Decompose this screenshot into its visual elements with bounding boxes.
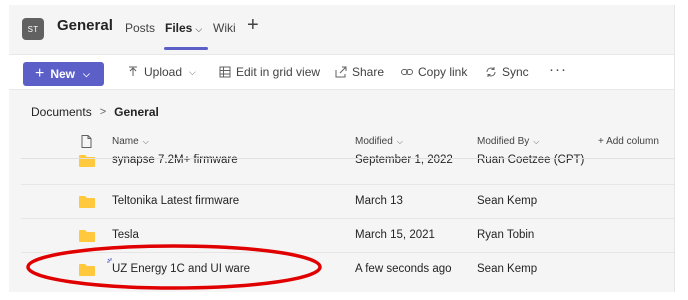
chevron-down-icon: ⌵ [195,24,203,34]
teams-files-window: ST General Posts Files ⌵ Wiki + + New ⌵ U… [9,5,675,292]
command-bar: + New ⌵ Upload ⌵ Edit in grid view Share… [9,54,674,90]
upload-icon [129,66,137,76]
tab-files-label: Files [165,21,193,35]
modified-by: Sean Kemp [477,195,538,207]
edit-grid-view-button[interactable]: Edit in grid view [219,65,320,79]
new-button[interactable]: + New ⌵ [23,62,104,86]
edit-grid-view-label: Edit in grid view [236,65,321,79]
file-name[interactable]: UZ Energy 1C and UI ware [112,263,250,275]
modified-date: March 15, 2021 [355,229,435,241]
table-row[interactable]: UZ Energy 1C and UI ware A few seconds a… [21,253,674,287]
chevron-down-icon: ⌵ [533,136,540,146]
add-column-button[interactable]: + Add column [598,136,659,147]
modified-date: March 13 [355,195,403,207]
folder-icon [79,230,95,242]
file-type-header[interactable] [81,135,92,148]
copy-link-label: Copy link [418,65,468,79]
breadcrumb-documents[interactable]: Documents [31,105,92,119]
table-row[interactable]: Teltonika Latest firmware March 13 Sean … [21,185,674,219]
header-divider [21,158,674,159]
modified-by: Ruan Coetzee (CPT) [477,154,585,166]
new-button-label: New [50,67,76,81]
upload-label: Upload [144,65,183,79]
channel-title: General [57,17,113,34]
folder-icon [79,196,95,208]
table-row[interactable]: synapse 7.2M+ firmware September 1, 2022… [21,151,674,185]
column-header-modified[interactable]: Modified ⌵ [355,136,403,147]
tab-posts[interactable]: Posts [125,21,155,35]
more-options-button[interactable]: ··· [549,61,567,78]
modified-by: Sean Kemp [477,263,538,275]
upload-button[interactable]: Upload ⌵ [127,65,196,79]
chevron-down-icon: ⌵ [189,66,196,77]
team-avatar[interactable]: ST [22,18,44,40]
tab-files[interactable]: Files ⌵ [165,21,202,35]
column-header-name[interactable]: Name ⌵ [112,136,149,147]
share-label: Share [352,65,385,79]
sync-label: Sync [502,65,529,79]
modified-by: Ryan Tobin [477,229,535,241]
column-modified-label: Modified [355,136,393,147]
folder-icon [79,264,95,276]
file-name[interactable]: Tesla [112,229,139,241]
grid-icon [219,66,231,78]
breadcrumb-current: General [114,105,159,119]
share-button[interactable]: Share [335,65,384,79]
file-name[interactable]: Teltonika Latest firmware [112,195,239,207]
chevron-down-icon: ⌵ [83,68,90,79]
share-icon [335,66,347,78]
breadcrumb-separator-icon: > [99,106,107,118]
table-row[interactable]: Tesla March 15, 2021 Ryan Tobin [21,219,674,253]
active-tab-indicator [164,47,208,50]
link-icon [401,69,413,75]
folder-icon [79,155,95,167]
chevron-down-icon: ⌵ [142,136,149,146]
breadcrumb: Documents > General [31,105,159,119]
copy-link-button[interactable]: Copy link [401,65,467,79]
column-name-label: Name [112,136,139,147]
sync-button[interactable]: Sync [485,65,529,79]
column-header-modified-by[interactable]: Modified By ⌵ [477,136,539,147]
sync-icon [486,67,496,77]
document-icon [81,135,92,148]
tab-wiki[interactable]: Wiki [213,21,236,35]
channel-header: ST General Posts Files ⌵ Wiki + [9,5,674,52]
modified-date: A few seconds ago [355,263,452,275]
file-name[interactable]: synapse 7.2M+ firmware [112,154,238,166]
plus-icon: + [35,65,45,82]
modified-date: September 1, 2022 [355,154,453,166]
add-tab-button[interactable]: + [247,14,259,37]
column-modified-by-label: Modified By [477,136,530,147]
chevron-down-icon: ⌵ [396,136,403,146]
